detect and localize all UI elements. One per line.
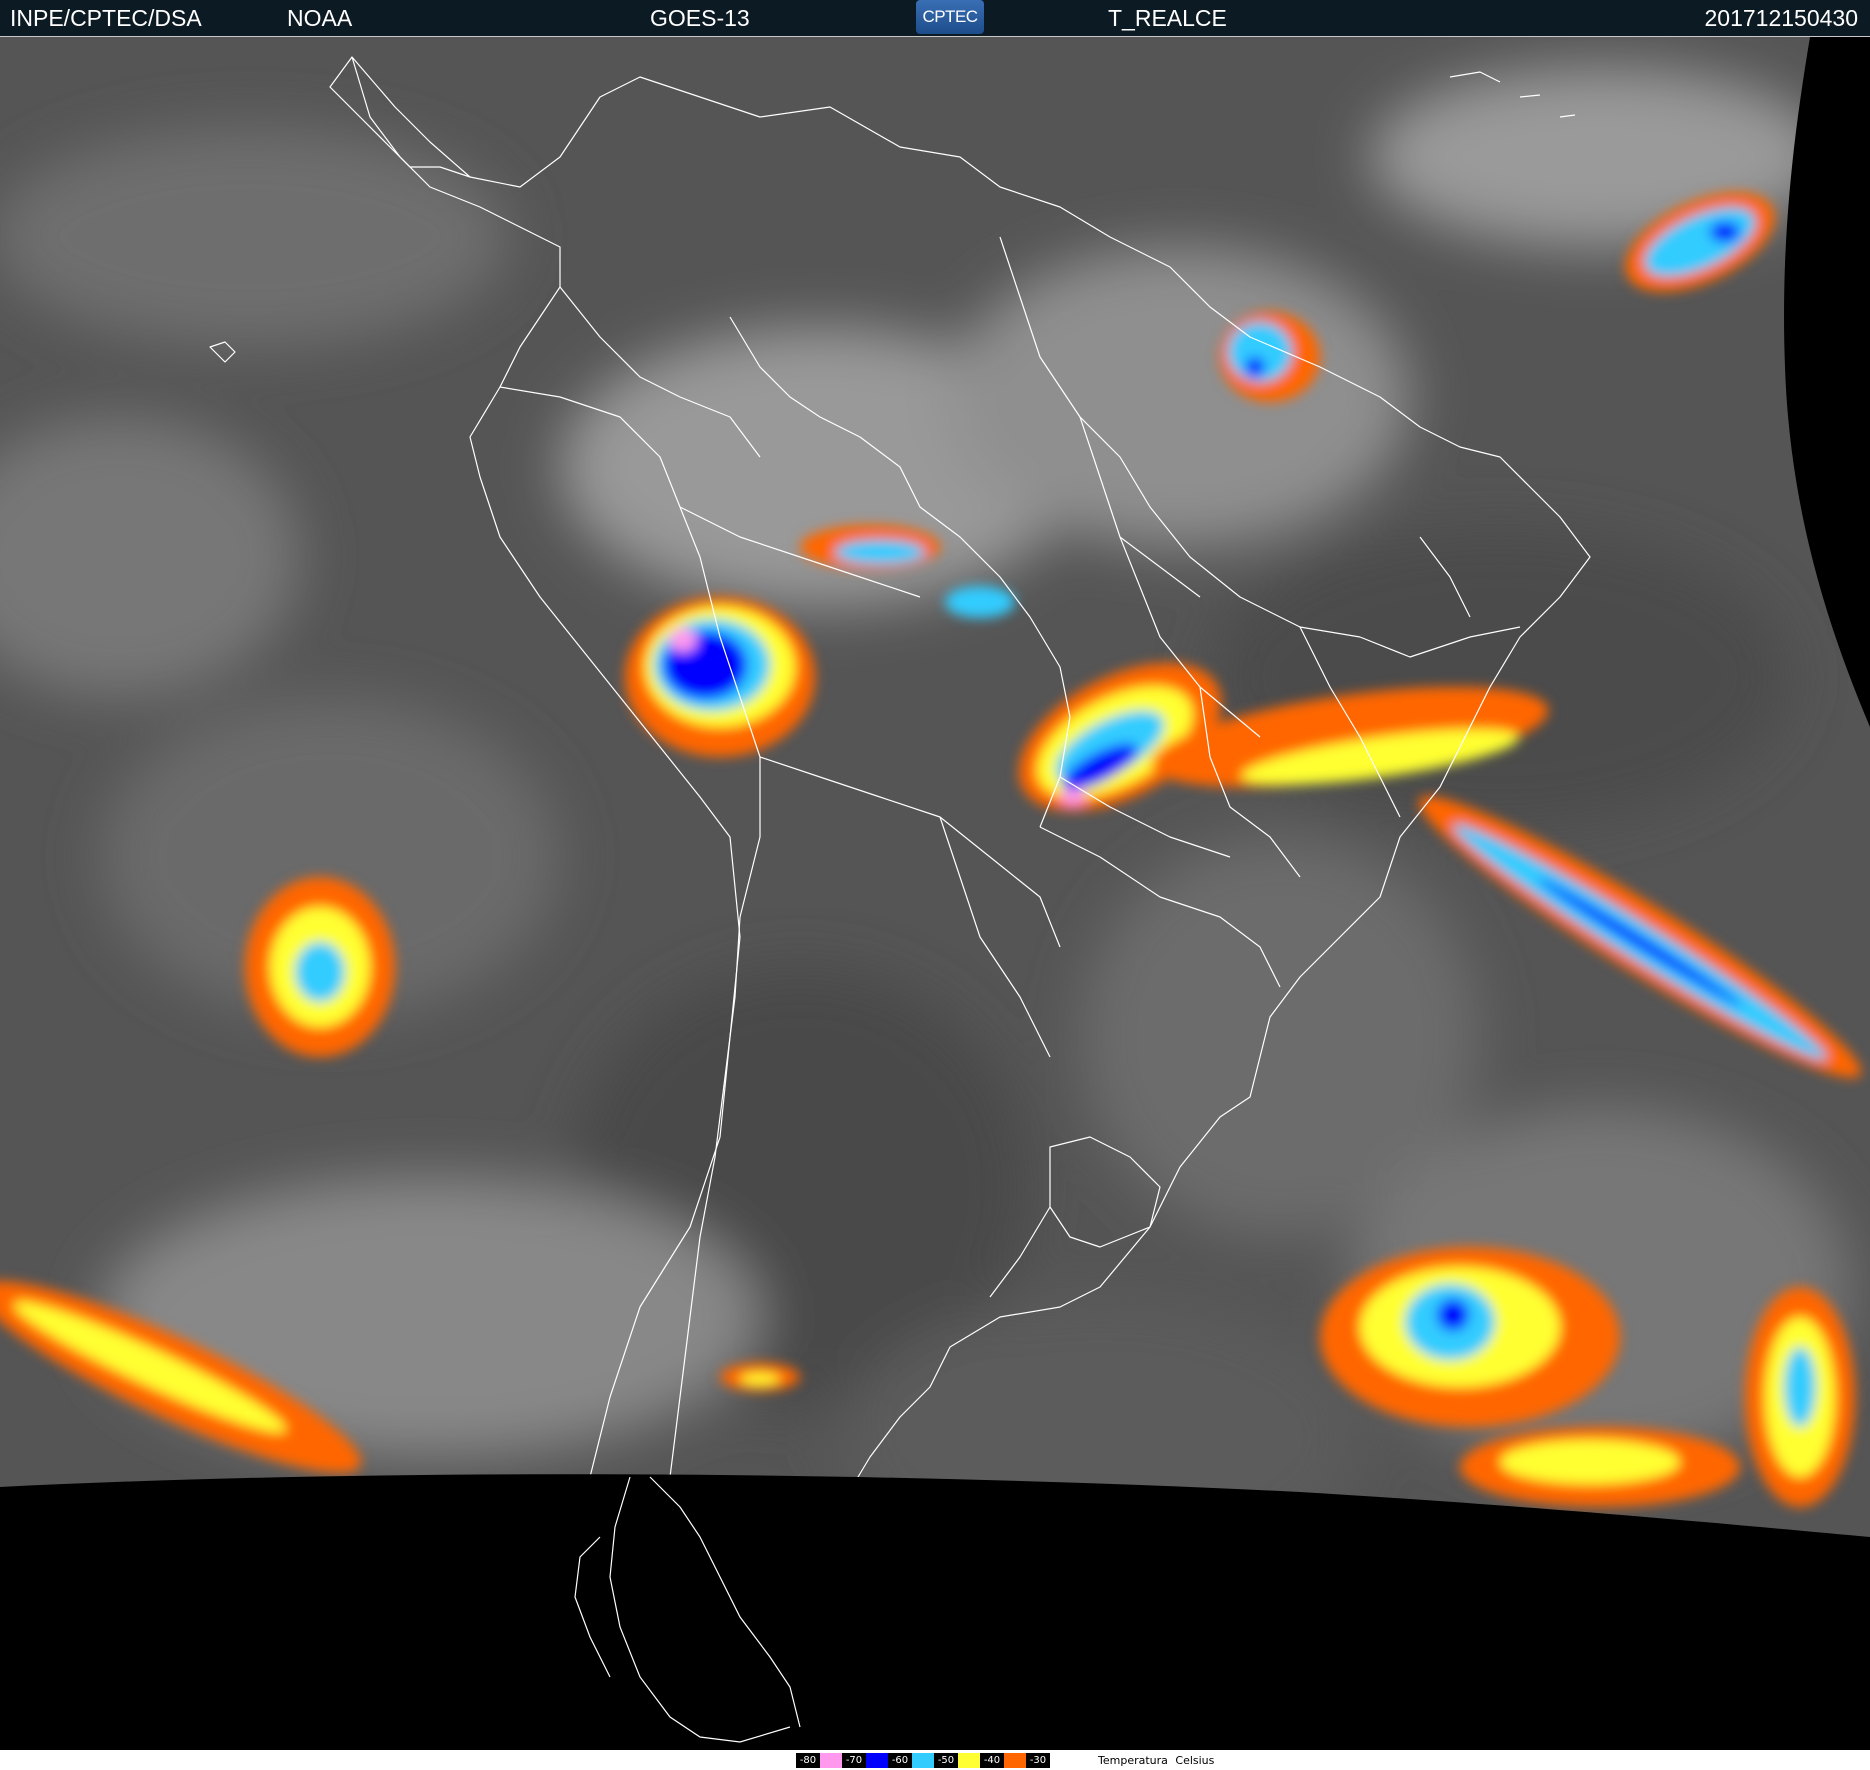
satellite-label: GOES-13 bbox=[650, 5, 750, 31]
legend-item: -30 bbox=[1026, 1753, 1072, 1768]
product-label: T_REALCE bbox=[1108, 5, 1227, 31]
organization-label: INPE/CPTEC/DSA bbox=[10, 5, 202, 31]
legend-label: -60 bbox=[888, 1753, 912, 1768]
legend-label: -40 bbox=[980, 1753, 1004, 1768]
timestamp-label: 201712150430 bbox=[1704, 5, 1859, 31]
cptec-logo: CPTEC bbox=[916, 0, 984, 34]
legend-item: -70 bbox=[842, 1753, 888, 1768]
legend-swatch bbox=[912, 1753, 934, 1768]
space-bottom bbox=[0, 1474, 1870, 1750]
legend-label: -80 bbox=[796, 1753, 820, 1768]
legend-item: -40 bbox=[980, 1753, 1026, 1768]
legend-label: -50 bbox=[934, 1753, 958, 1768]
legend-scale: -80 -70 -60 -50 -40 -30 bbox=[796, 1753, 1072, 1768]
legend-item: -60 bbox=[888, 1753, 934, 1768]
legend-swatch bbox=[866, 1753, 888, 1768]
legend-label: -30 bbox=[1026, 1753, 1050, 1768]
image-header: INPE/CPTEC/DSA NOAA GOES-13 CPTEC T_REAL… bbox=[0, 0, 1870, 37]
satellite-map-svg bbox=[0, 37, 1870, 1750]
legend-swatch bbox=[1004, 1753, 1026, 1768]
legend-title: Temperatura Celsius bbox=[1098, 1754, 1215, 1767]
legend-label: -70 bbox=[842, 1753, 866, 1768]
agency-label: NOAA bbox=[287, 5, 353, 31]
legend-swatch bbox=[1050, 1753, 1072, 1768]
temperature-legend: -80 -70 -60 -50 -40 -30 Temperatura Celsius bbox=[0, 1750, 1870, 1770]
satellite-map bbox=[0, 37, 1870, 1750]
legend-item: -50 bbox=[934, 1753, 980, 1768]
legend-swatch bbox=[820, 1753, 842, 1768]
legend-item: -80 bbox=[796, 1753, 842, 1768]
legend-swatch bbox=[958, 1753, 980, 1768]
